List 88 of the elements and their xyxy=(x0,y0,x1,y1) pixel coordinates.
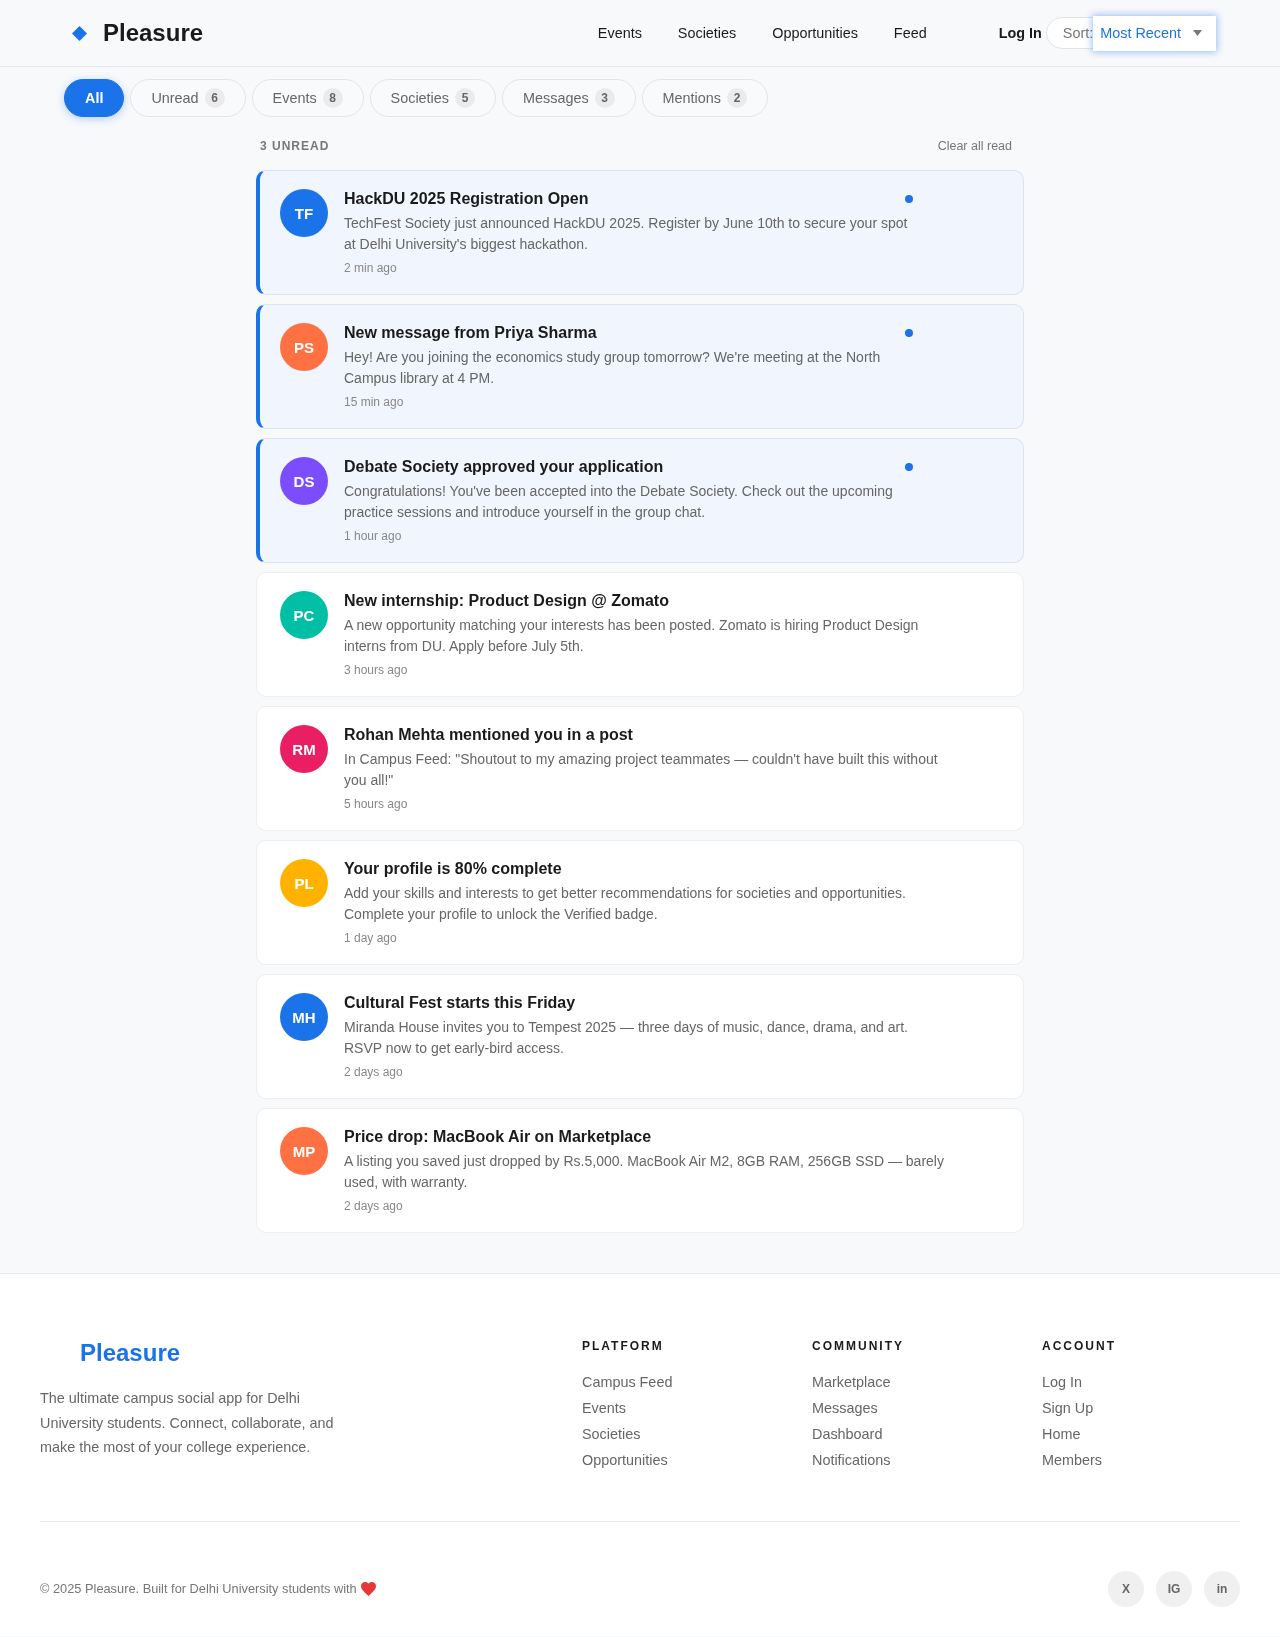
filter-tab[interactable]: Messages 3 xyxy=(502,79,636,117)
notification-title: Your profile is 80% complete xyxy=(344,859,562,879)
footer-column-heading: ACCOUNT xyxy=(1042,1338,1116,1354)
unread-dot-icon xyxy=(905,463,913,471)
footer-link[interactable]: Events xyxy=(582,1398,626,1418)
notification-time: 1 hour ago xyxy=(344,529,403,544)
footer-link[interactable]: Opportunities xyxy=(582,1450,668,1470)
diamond-logo-icon xyxy=(72,25,87,41)
sort-select[interactable]: Most Recent xyxy=(1093,15,1216,51)
notification-time: 2 days ago xyxy=(344,1065,404,1080)
filter-tab[interactable]: Mentions 2 xyxy=(641,79,768,117)
tab-count: 2 xyxy=(727,88,747,108)
notification-title: Debate Society approved your application xyxy=(344,457,664,477)
notification-time: 3 hours ago xyxy=(344,663,409,678)
unread-summary-label: 3 UNREAD xyxy=(260,138,330,154)
footer-description: The ultimate campus social app for Delhi University students. Connect, collaborate, and make the most of your college experience. xyxy=(40,1389,335,1457)
notification-title: New message from Priya Sharma xyxy=(344,323,597,343)
unread-dot-icon xyxy=(905,195,913,203)
notification-title: Price drop: MacBook Air on Marketplace xyxy=(344,1127,652,1147)
footer-link[interactable]: Notifications xyxy=(812,1450,891,1470)
avatar: PL xyxy=(280,859,328,907)
clear-all-read-button[interactable]: Clear all read xyxy=(937,138,1012,154)
notification-time: 1 day ago xyxy=(344,931,398,946)
notification-card[interactable]: TF HackDU 2025 Registration Open TechFest Society just announced HackDU 2025. Register by June 10th to secure your spot at Delhi University's biggest hackathon. 2 min ago xyxy=(256,170,1024,295)
footer-link[interactable]: Marketplace xyxy=(812,1372,891,1392)
login-link[interactable]: Log In xyxy=(998,23,1042,43)
notification-text: Congratulations! You've been accepted into the Debate Society. Check out the upcoming practice sessions and introduce yourself in the group chat. xyxy=(344,482,894,522)
social-link[interactable]: IG xyxy=(1156,1571,1192,1607)
notification-text: In Campus Feed: "Shoutout to my amazing project teammates — couldn't have built this without you all!" xyxy=(344,750,939,790)
tab-count: 3 xyxy=(594,88,615,108)
nav-link[interactable]: Events xyxy=(597,23,642,43)
avatar: DS xyxy=(280,457,328,505)
heart-icon xyxy=(360,1582,376,1596)
sort-label: Sort: xyxy=(1062,24,1094,43)
footer-link[interactable]: Dashboard xyxy=(812,1424,883,1444)
notification-time: 15 min ago xyxy=(344,395,405,410)
avatar: MH xyxy=(280,993,328,1041)
filter-tab[interactable]: All xyxy=(64,79,125,117)
avatar: TF xyxy=(280,189,328,237)
filter-tab[interactable]: Events 8 xyxy=(251,79,364,117)
notification-time: 2 days ago xyxy=(344,1199,404,1214)
notification-text: A listing you saved just dropped by Rs.5,000. MacBook Air M2, 8GB RAM, 256GB SSD — barely used, with warranty. xyxy=(344,1152,945,1192)
filter-tab[interactable]: Societies 5 xyxy=(369,79,496,117)
social-link[interactable]: X xyxy=(1108,1571,1144,1607)
notification-card[interactable]: RM Rohan Mehta mentioned you in a post In Campus Feed: "Shoutout to my amazing project teammates — couldn't have built this without you all!" 5 hours ago xyxy=(256,706,1024,831)
notification-title: New internship: Product Design @ Zomato xyxy=(344,591,669,611)
footer-link[interactable]: Messages xyxy=(812,1398,878,1418)
nav-link[interactable]: Opportunities xyxy=(772,23,858,43)
footer-link[interactable]: Sign Up xyxy=(1042,1398,1094,1418)
notification-title: HackDU 2025 Registration Open xyxy=(344,189,589,209)
notification-title: Cultural Fest starts this Friday xyxy=(344,993,576,1013)
notification-card[interactable]: DS Debate Society approved your application Congratulations! You've been accepted into the Debate Society. Check out the upcoming practice sessions and introduce yourself in the group chat. 1 hour ago xyxy=(256,438,1024,563)
unread-dot-icon xyxy=(905,329,913,337)
notification-text: TechFest Society just announced HackDU 2025. Register by June 10th to secure your spot at Delhi University's biggest hackathon. xyxy=(344,214,909,254)
logo-text[interactable]: Pleasure xyxy=(103,18,204,48)
notification-card[interactable]: PC New internship: Product Design @ Zomato A new opportunity matching your interests has been posted. Zomato is hiring Product Design interns from DU. Apply before July 5th. 3 hours ago xyxy=(256,572,1024,697)
notification-time: 5 hours ago xyxy=(344,797,409,812)
tab-count: 5 xyxy=(455,88,475,108)
notification-card[interactable]: MH Cultural Fest starts this Friday Miranda House invites you to Tempest 2025 — three days of music, dance, drama, and art. RSVP now to get early-bird access. 2 days ago xyxy=(256,974,1024,1099)
copyright-text: © 2025 Pleasure. Built for Delhi University students with xyxy=(40,1581,357,1597)
footer-link[interactable]: Societies xyxy=(582,1424,641,1444)
avatar: PS xyxy=(280,323,328,371)
notification-card[interactable]: MP Price drop: MacBook Air on Marketplace A listing you saved just dropped by Rs.5,000. MacBook Air M2, 8GB RAM, 256GB SSD — barely used, with warranty. 2 days ago xyxy=(256,1108,1024,1233)
nav-link[interactable]: Feed xyxy=(893,23,927,43)
notification-card[interactable]: PL Your profile is 80% complete Add your skills and interests to get better recommendations for societies and opportunities. Complete your profile to unlock the Verified badge. 1 day ago xyxy=(256,840,1024,965)
notification-time: 2 min ago xyxy=(344,261,398,276)
notification-text: A new opportunity matching your interests has been posted. Zomato is hiring Product Design interns from DU. Apply before July 5th. xyxy=(344,616,920,656)
caret-icon xyxy=(1193,30,1202,36)
footer-link[interactable]: Campus Feed xyxy=(582,1372,673,1392)
filter-tab[interactable]: Unread 6 xyxy=(130,79,246,117)
notification-text: Add your skills and interests to get better recommendations for societies and opportunities. Complete your profile to unlock the Verified badge. xyxy=(344,884,907,924)
tab-count: 6 xyxy=(204,88,225,108)
footer-link[interactable]: Members xyxy=(1042,1450,1102,1470)
tab-count: 8 xyxy=(322,88,343,108)
avatar: MP xyxy=(280,1127,328,1175)
social-link[interactable]: in xyxy=(1204,1571,1240,1607)
notification-text: Hey! Are you joining the economics study group tomorrow? We're meeting at the North Campus library at 4 PM. xyxy=(344,348,882,388)
avatar: RM xyxy=(280,725,328,773)
footer-link[interactable]: Home xyxy=(1042,1424,1081,1444)
notification-title: Rohan Mehta mentioned you in a post xyxy=(344,725,633,745)
nav-link[interactable]: Societies xyxy=(677,23,737,43)
notification-text: Miranda House invites you to Tempest 2025 — three days of music, dance, drama, and art. RSVP now to get early-bird access. xyxy=(344,1018,909,1058)
avatar: PC xyxy=(280,591,328,639)
footer-logo-text[interactable]: Pleasure xyxy=(80,1338,181,1368)
footer-column-heading: PLATFORM xyxy=(582,1338,664,1354)
footer-link[interactable]: Log In xyxy=(1042,1372,1082,1392)
footer-column-heading: COMMUNITY xyxy=(812,1338,904,1354)
notification-card[interactable]: PS New message from Priya Sharma Hey! Are you joining the economics study group tomorrow? We're meeting at the North Campus library at 4 PM. 15 min ago xyxy=(256,304,1024,429)
